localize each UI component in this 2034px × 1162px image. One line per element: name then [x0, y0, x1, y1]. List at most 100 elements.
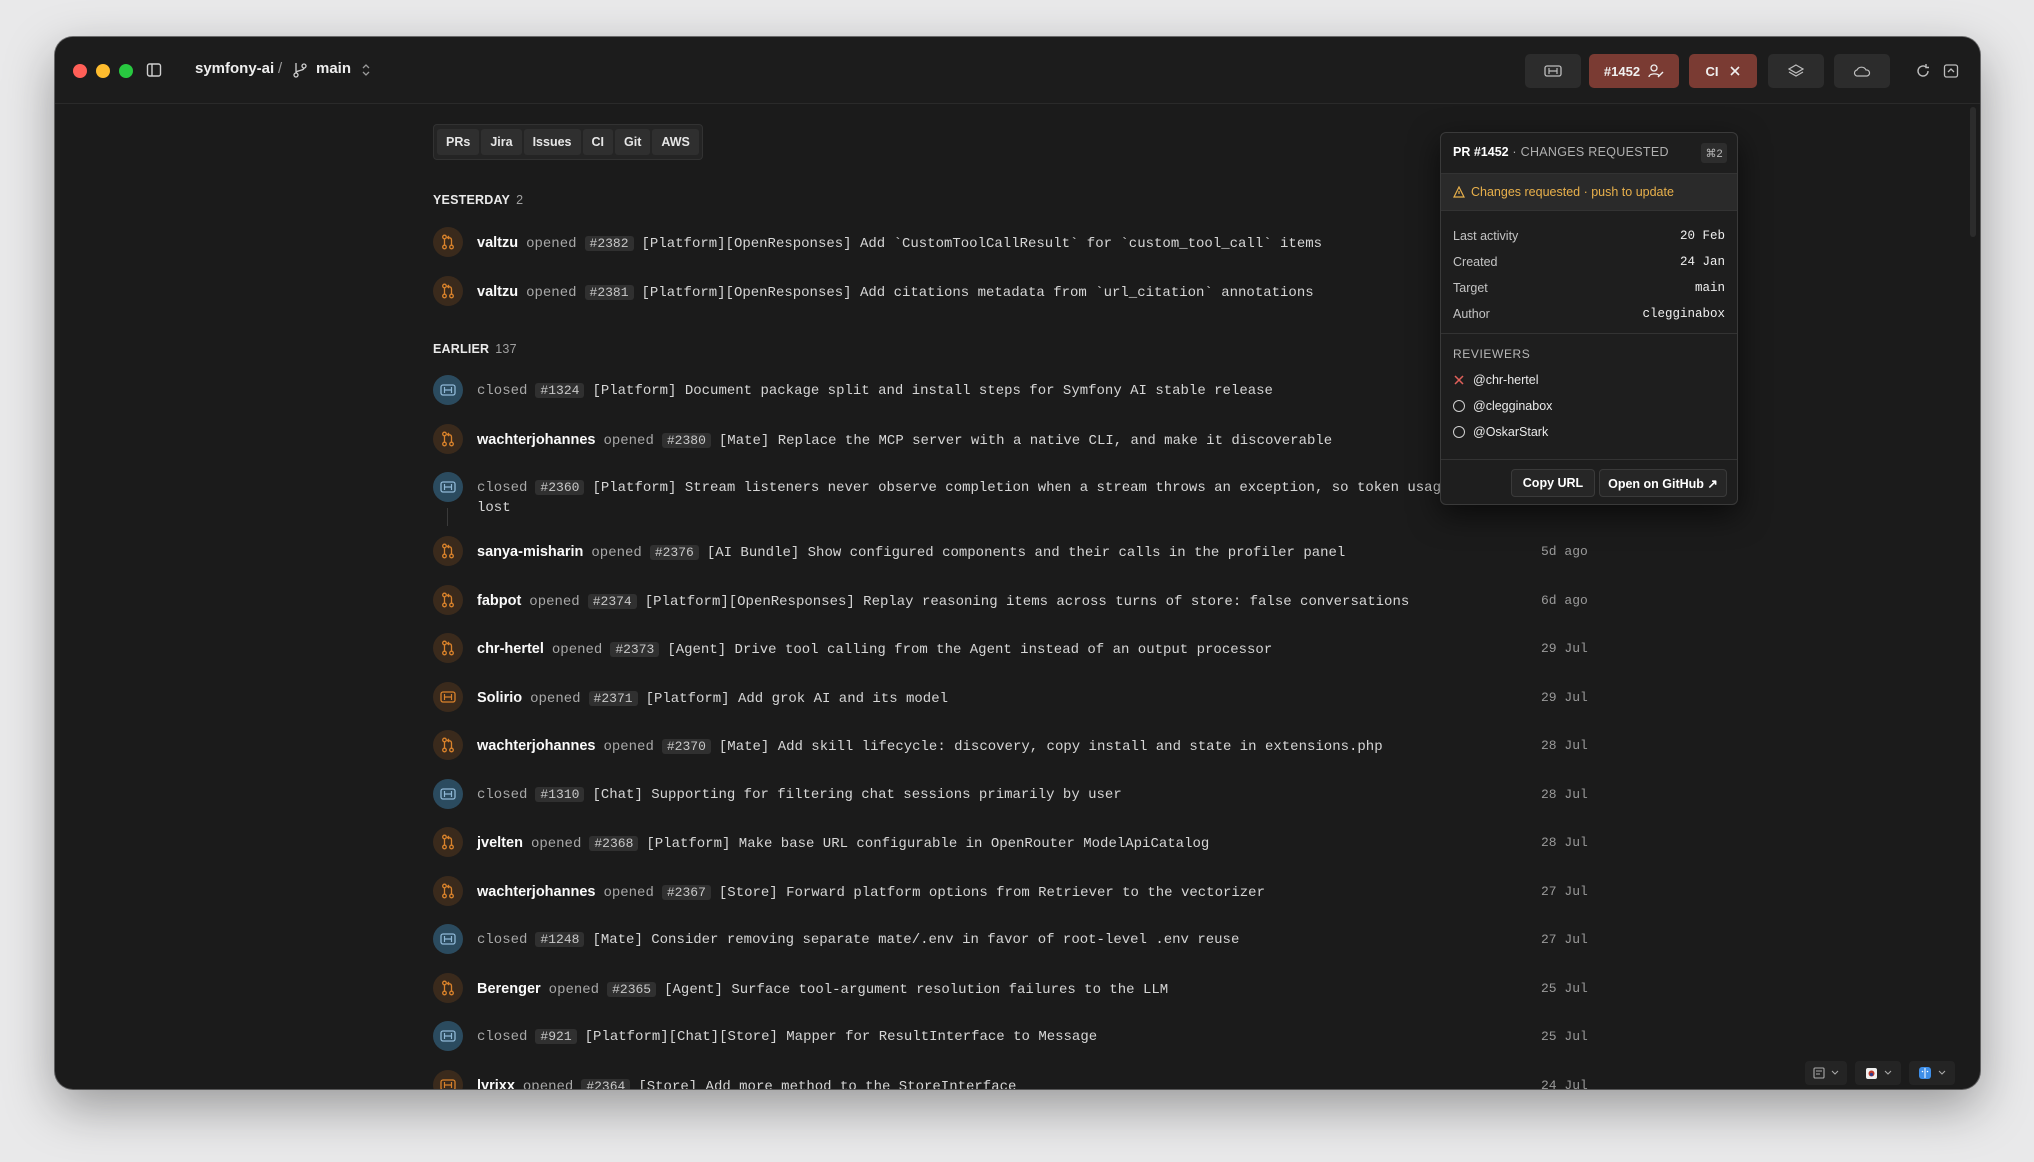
- pr-title[interactable]: [Mate] Add skill lifecycle: discovery, c…: [719, 739, 1383, 755]
- author-name[interactable]: wachterjohannes: [477, 738, 595, 754]
- pr-number-badge[interactable]: #1324: [535, 383, 585, 398]
- activity-row[interactable]: valtzu opened #2382 [Platform][OpenResponse…: [433, 227, 1589, 265]
- status-selector-2[interactable]: [1855, 1061, 1901, 1085]
- activity-row[interactable]: closed #1310 [Chat] Supporting for filteri…: [433, 778, 1589, 817]
- pr-title[interactable]: [Agent] Drive tool calling from the Agen…: [667, 642, 1272, 658]
- pr-title[interactable]: [Mate] Consider removing separate mate/.…: [592, 932, 1239, 948]
- pr-number-badge[interactable]: #2360: [535, 480, 585, 495]
- tab-issues[interactable]: Issues: [523, 129, 581, 155]
- minimize-window-button[interactable]: [96, 64, 110, 78]
- author-name[interactable]: Berenger: [477, 981, 541, 997]
- pr-title[interactable]: [Store] Add more method to the StoreInte…: [638, 1079, 1016, 1090]
- pr-number-badge[interactable]: #2382: [584, 236, 634, 251]
- sidebar-toggle-icon[interactable]: [146, 62, 162, 78]
- author-name[interactable]: fabpot: [477, 593, 521, 609]
- author-name[interactable]: valtzu: [477, 284, 518, 300]
- open-on-github-button[interactable]: Open on GitHub ↗: [1599, 469, 1727, 497]
- author-name[interactable]: lyrixx: [477, 1078, 515, 1090]
- status-selector-3[interactable]: [1909, 1061, 1955, 1085]
- pr-number-badge[interactable]: #921: [535, 1029, 577, 1044]
- pr-title[interactable]: [AI Bundle] Show configured components a…: [707, 545, 1346, 561]
- warning-text: Changes requested · push to update: [1471, 185, 1674, 199]
- pr-number-badge[interactable]: #2365: [607, 981, 657, 997]
- activity-row[interactable]: Berenger opened #2365 [Agent] Surface tool-…: [433, 972, 1589, 1011]
- pr-title[interactable]: [Agent] Surface tool-argument resolution…: [664, 982, 1168, 998]
- layers-button[interactable]: [1768, 54, 1824, 88]
- author-name[interactable]: valtzu: [477, 235, 518, 251]
- author-name[interactable]: wachterjohannes: [477, 432, 595, 448]
- pr-number-badge[interactable]: #2380: [661, 432, 711, 448]
- pr-title[interactable]: [Chat] Supporting for filtering chat ses…: [592, 787, 1121, 803]
- pr-number-badge[interactable]: #2367: [661, 884, 711, 900]
- activity-row[interactable]: fabpot opened #2374 [Platform][OpenResponse…: [433, 584, 1589, 623]
- tab-git[interactable]: Git: [615, 129, 651, 155]
- pr-number-badge[interactable]: #2381: [584, 284, 634, 300]
- pr-title[interactable]: [Mate] Replace the MCP server with a nat…: [719, 433, 1332, 449]
- pr-title[interactable]: [Platform][Chat][Store] Mapper for Resul…: [585, 1029, 1097, 1045]
- activity-row[interactable]: wachterjohannes opened #2370 [Mate] Add ski…: [433, 730, 1589, 768]
- zoom-window-button[interactable]: [119, 64, 133, 78]
- pr-title[interactable]: [Platform][OpenResponses] Replay reasoni…: [645, 594, 1410, 610]
- activity-row[interactable]: closed #1324 [Platform] Document package s…: [433, 375, 1589, 413]
- author-name[interactable]: chr-hertel: [477, 641, 544, 657]
- row-text: sanya-misharin opened #2376 [AI Bundle] Sho…: [477, 542, 1589, 563]
- pr-number-badge[interactable]: #2373: [610, 642, 660, 657]
- section-earlier-header: EARLIER 137: [433, 342, 517, 356]
- activity-row[interactable]: closed #2360 [Platform] Stream listeners n…: [433, 472, 1589, 526]
- pr-title[interactable]: [Platform] Document package split and in…: [592, 383, 1273, 399]
- pr-title[interactable]: [Store] Forward platform options from Re…: [719, 885, 1265, 901]
- close-window-button[interactable]: [73, 64, 87, 78]
- pull-request-panel-button[interactable]: [1525, 54, 1581, 88]
- pr-title-continued[interactable]: lost: [477, 500, 511, 516]
- source-tabs: PRs Jira Issues CI Git AWS: [433, 124, 703, 160]
- activity-row[interactable]: chr-hertel opened #2373 [Agent] Drive tool …: [433, 633, 1589, 671]
- activity-row[interactable]: jvelten opened #2368 [Platform] Make base U…: [433, 827, 1589, 865]
- pr-number-badge[interactable]: #2364: [581, 1078, 631, 1089]
- item-avatar: [433, 1021, 463, 1051]
- author-name[interactable]: Solirio: [477, 690, 522, 706]
- tab-ci[interactable]: CI: [582, 129, 613, 155]
- cloud-button[interactable]: [1834, 54, 1890, 88]
- pr-title[interactable]: [Platform] Add grok AI and its model: [646, 691, 948, 707]
- copy-url-button[interactable]: Copy URL: [1511, 469, 1595, 497]
- pr-title[interactable]: [Platform][OpenResponses] Add citations …: [642, 285, 1314, 301]
- refresh-icon[interactable]: [1915, 63, 1931, 79]
- pr-number-badge[interactable]: #2376: [649, 545, 699, 560]
- pr-number-badge[interactable]: #1310: [535, 786, 585, 802]
- reviewer-item[interactable]: @OskarStark: [1453, 425, 1548, 439]
- reviewer-item[interactable]: @clegginabox: [1453, 399, 1552, 413]
- pr-number-badge[interactable]: #2368: [589, 836, 639, 851]
- pr-number-badge[interactable]: #1248: [535, 932, 585, 947]
- activity-row[interactable]: closed #921 [Platform][Chat][Store] Mapper…: [433, 1021, 1589, 1059]
- author-name[interactable]: sanya-misharin: [477, 544, 583, 560]
- pr-title[interactable]: [Platform] Stream listeners never observ…: [592, 480, 1474, 496]
- chevron-up-down-icon[interactable]: [360, 61, 372, 79]
- pr-title[interactable]: [Platform][OpenResponses] Add `CustomToo…: [642, 236, 1323, 252]
- tab-aws[interactable]: AWS: [652, 129, 699, 155]
- activity-row[interactable]: valtzu opened #2381 [Platform][OpenResponse…: [433, 275, 1589, 314]
- pr-title[interactable]: [Platform] Make base URL configurable in…: [646, 836, 1209, 852]
- panel-toggle-icon[interactable]: [1943, 63, 1959, 79]
- activity-row[interactable]: wachterjohannes opened #2367 [Store] Forwar…: [433, 875, 1589, 914]
- pr-number-badge[interactable]: #2371: [588, 690, 638, 706]
- author-name[interactable]: jvelten: [477, 835, 523, 851]
- tab-jira[interactable]: Jira: [481, 129, 522, 155]
- active-pr-button[interactable]: #1452: [1589, 54, 1679, 88]
- ci-status-button[interactable]: CI: [1689, 54, 1757, 88]
- author-name[interactable]: wachterjohannes: [477, 884, 595, 900]
- scrollbar[interactable]: [1970, 107, 1976, 237]
- activity-row[interactable]: closed #1248 [Mate] Consider removing sepa…: [433, 924, 1589, 962]
- pr-number-badge[interactable]: #2374: [587, 593, 637, 609]
- activity-row[interactable]: Solirio opened #2371 [Platform] Add grok AI…: [433, 681, 1589, 720]
- reviewer-item[interactable]: @chr-hertel: [1453, 373, 1539, 387]
- detail-key: Target: [1453, 281, 1488, 295]
- activity-row[interactable]: wachterjohannes opened #2380 [Mate] Replace…: [433, 423, 1589, 462]
- repo-name[interactable]: symfony-ai: [195, 60, 274, 77]
- activity-row[interactable]: lyrixx opened #2364 [Store] Add more method…: [433, 1069, 1589, 1090]
- branch-name[interactable]: main: [316, 60, 351, 77]
- detail-value: clegginabox: [1642, 307, 1725, 321]
- tab-prs[interactable]: PRs: [437, 129, 480, 155]
- pr-number-badge[interactable]: #2370: [661, 739, 711, 754]
- status-selector-1[interactable]: [1805, 1061, 1847, 1085]
- activity-row[interactable]: sanya-misharin opened #2376 [AI Bundle] Sho…: [433, 536, 1589, 574]
